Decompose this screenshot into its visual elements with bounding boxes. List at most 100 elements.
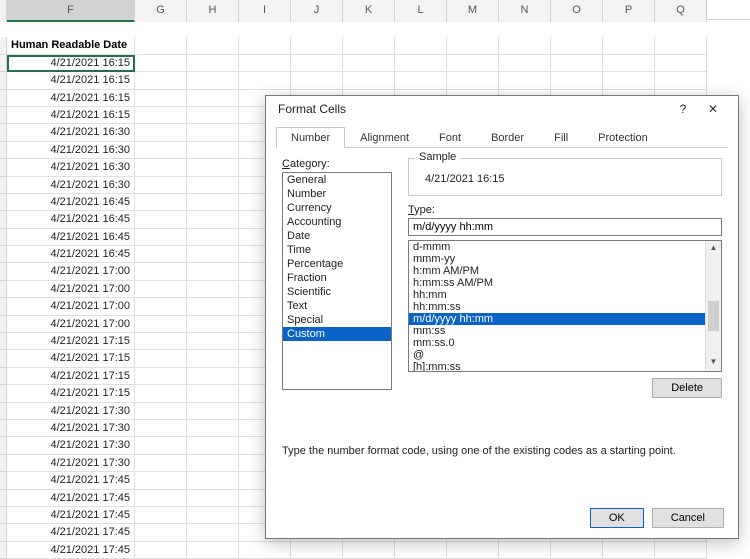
cell[interactable] xyxy=(395,55,447,72)
cell[interactable] xyxy=(187,490,239,507)
cell[interactable] xyxy=(655,37,707,54)
cell[interactable] xyxy=(135,246,187,263)
row-header[interactable] xyxy=(0,246,7,263)
scroll-thumb[interactable] xyxy=(708,301,719,331)
row-header[interactable] xyxy=(0,437,7,454)
cell[interactable] xyxy=(395,37,447,54)
cell[interactable] xyxy=(603,37,655,54)
cell[interactable] xyxy=(135,403,187,420)
row-header[interactable] xyxy=(0,455,7,472)
row-header[interactable] xyxy=(0,507,7,524)
cell[interactable] xyxy=(291,542,343,559)
data-cell[interactable]: 4/21/2021 17:00 xyxy=(7,298,135,315)
cell[interactable] xyxy=(395,542,447,559)
category-item[interactable]: Number xyxy=(283,187,391,201)
cell[interactable] xyxy=(135,263,187,280)
cell[interactable] xyxy=(187,263,239,280)
cell[interactable] xyxy=(187,455,239,472)
category-item[interactable]: Percentage xyxy=(283,257,391,271)
cell[interactable] xyxy=(187,177,239,194)
column-header[interactable]: I xyxy=(239,0,291,22)
cell[interactable] xyxy=(187,55,239,72)
data-cell[interactable]: 4/21/2021 16:30 xyxy=(7,159,135,176)
row-header[interactable] xyxy=(0,229,7,246)
category-listbox[interactable]: GeneralNumberCurrencyAccountingDateTimeP… xyxy=(282,172,392,390)
cell[interactable] xyxy=(135,350,187,367)
data-cell[interactable]: 4/21/2021 17:30 xyxy=(7,420,135,437)
column-header[interactable]: G xyxy=(135,0,187,22)
cell[interactable] xyxy=(343,37,395,54)
column-header[interactable]: Q xyxy=(655,0,707,22)
row-header[interactable] xyxy=(0,490,7,507)
cell[interactable] xyxy=(655,55,707,72)
type-listbox[interactable]: d-mmmmmm-yyh:mm AM/PMh:mm:ss AM/PMhh:mmh… xyxy=(408,240,722,372)
data-cell[interactable]: 4/21/2021 17:15 xyxy=(7,350,135,367)
data-cell[interactable]: 4/21/2021 17:45 xyxy=(7,542,135,559)
cell[interactable] xyxy=(187,72,239,89)
column-header[interactable]: M xyxy=(447,0,499,22)
cell[interactable] xyxy=(239,37,291,54)
category-item[interactable]: Currency xyxy=(283,201,391,215)
cell[interactable] xyxy=(187,524,239,541)
category-item[interactable]: Time xyxy=(283,243,391,257)
data-cell[interactable]: 4/21/2021 17:00 xyxy=(7,281,135,298)
cell[interactable] xyxy=(499,542,551,559)
data-cell[interactable]: 4/21/2021 17:00 xyxy=(7,263,135,280)
cell[interactable] xyxy=(135,211,187,228)
column-header[interactable]: L xyxy=(395,0,447,22)
delete-button[interactable]: Delete xyxy=(652,378,722,398)
data-cell[interactable]: 4/21/2021 16:15 xyxy=(7,90,135,107)
type-item[interactable]: m/d/yyyy hh:mm xyxy=(409,313,721,325)
column-header[interactable]: F xyxy=(7,0,135,22)
row-header[interactable] xyxy=(0,524,7,541)
cell[interactable] xyxy=(135,437,187,454)
data-cell[interactable]: 4/21/2021 16:15 xyxy=(7,55,135,72)
category-item[interactable]: General xyxy=(283,173,391,187)
cell[interactable] xyxy=(343,542,395,559)
data-cell[interactable]: 4/21/2021 17:15 xyxy=(7,333,135,350)
cell[interactable] xyxy=(603,55,655,72)
row-header[interactable] xyxy=(0,281,7,298)
tab-protection[interactable]: Protection xyxy=(583,127,663,148)
tab-alignment[interactable]: Alignment xyxy=(345,127,424,148)
column-header[interactable]: J xyxy=(291,0,343,22)
category-item[interactable]: Date xyxy=(283,229,391,243)
data-cell[interactable]: 4/21/2021 16:45 xyxy=(7,211,135,228)
cell[interactable] xyxy=(187,37,239,54)
cell[interactable] xyxy=(135,194,187,211)
tab-border[interactable]: Border xyxy=(476,127,539,148)
cell[interactable] xyxy=(135,455,187,472)
cell[interactable] xyxy=(187,507,239,524)
type-item[interactable]: mm:ss xyxy=(409,325,721,337)
row-header[interactable] xyxy=(0,403,7,420)
data-cell[interactable]: 4/21/2021 17:30 xyxy=(7,455,135,472)
cell[interactable] xyxy=(447,37,499,54)
category-item[interactable]: Custom xyxy=(283,327,391,341)
cell[interactable] xyxy=(239,72,291,89)
type-input[interactable] xyxy=(408,218,722,236)
row-header[interactable] xyxy=(0,72,7,89)
cell[interactable] xyxy=(135,142,187,159)
cell[interactable] xyxy=(187,437,239,454)
cell[interactable] xyxy=(135,72,187,89)
column-header[interactable]: K xyxy=(343,0,395,22)
cell[interactable] xyxy=(135,281,187,298)
cell[interactable] xyxy=(655,542,707,559)
tab-number[interactable]: Number xyxy=(276,127,345,148)
cell[interactable] xyxy=(187,385,239,402)
cell[interactable] xyxy=(135,90,187,107)
cell[interactable] xyxy=(239,55,291,72)
row-header[interactable] xyxy=(0,55,7,72)
category-item[interactable]: Accounting xyxy=(283,215,391,229)
row-header[interactable] xyxy=(0,542,7,559)
cell[interactable] xyxy=(187,298,239,315)
data-cell[interactable]: 4/21/2021 16:45 xyxy=(7,229,135,246)
cell[interactable] xyxy=(187,124,239,141)
cell[interactable] xyxy=(135,298,187,315)
cell[interactable] xyxy=(187,281,239,298)
cell[interactable] xyxy=(135,472,187,489)
cell[interactable] xyxy=(187,368,239,385)
data-cell[interactable]: 4/21/2021 17:30 xyxy=(7,437,135,454)
cell[interactable] xyxy=(343,72,395,89)
row-header[interactable] xyxy=(0,90,7,107)
